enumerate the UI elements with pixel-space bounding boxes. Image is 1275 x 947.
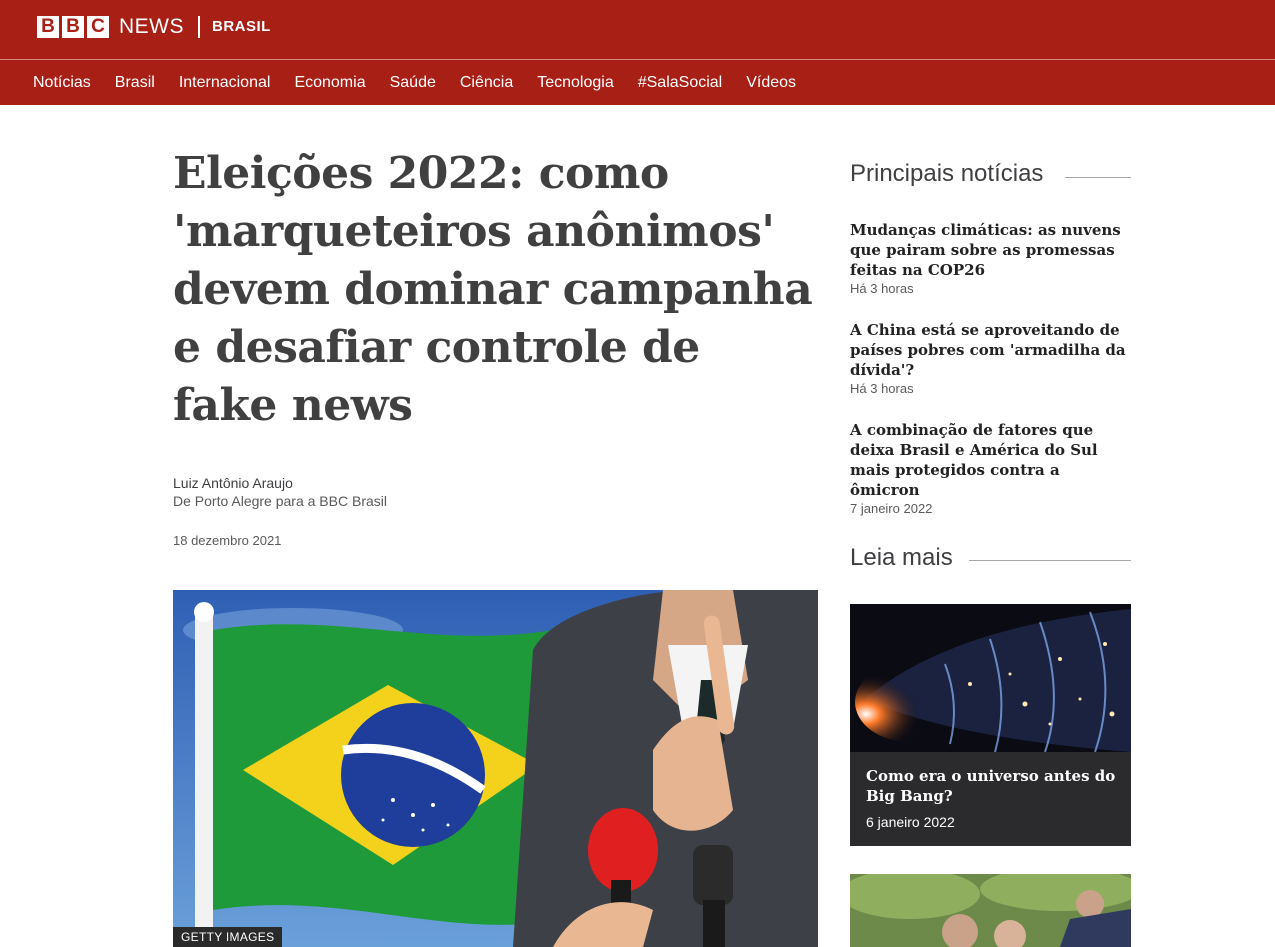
top-story-title[interactable]: Mudanças climáticas: as nuvens que paira… bbox=[850, 220, 1130, 280]
top-story-title[interactable]: A combinação de fatores que deixa Brasil… bbox=[850, 420, 1130, 500]
nav-item-economia[interactable]: Economia bbox=[294, 74, 365, 92]
read-more-card-date: 6 janeiro 2022 bbox=[866, 814, 955, 830]
nav-item-tecnologia[interactable]: Tecnologia bbox=[537, 74, 614, 92]
article-author: Luiz Antônio Araujo bbox=[173, 475, 293, 491]
nav-item-ciencia[interactable]: Ciência bbox=[460, 74, 513, 92]
read-more-card-body: Como era o universo antes do Big Bang? 6… bbox=[850, 752, 1131, 846]
top-story-item[interactable]: Mudanças climáticas: as nuvens que paira… bbox=[850, 220, 1130, 296]
top-story-time: Há 3 horas bbox=[850, 281, 914, 296]
read-more-heading: Leia mais bbox=[850, 544, 953, 571]
nav-item-saude[interactable]: Saúde bbox=[390, 74, 436, 92]
nav-item-noticias[interactable]: Notícias bbox=[33, 74, 91, 92]
main-navigation: Notícias Brasil Internacional Economia S… bbox=[0, 60, 1275, 105]
top-story-item[interactable]: A China está se aproveitando de países p… bbox=[850, 320, 1130, 396]
article-headline: Eleições 2022: como 'marqueteiros anônim… bbox=[173, 148, 813, 431]
top-stories-heading: Principais notícias bbox=[850, 160, 1044, 187]
read-more-card-title[interactable]: Como era o universo antes do Big Bang? bbox=[866, 766, 1116, 806]
bbc-news-brasil-logo[interactable]: B B C NEWS BRASIL bbox=[37, 16, 271, 38]
nav-item-internacional[interactable]: Internacional bbox=[179, 74, 271, 92]
people-photo-illustration bbox=[850, 874, 1131, 947]
logo-edition: BRASIL bbox=[212, 18, 271, 35]
masthead: B B C NEWS BRASIL bbox=[0, 0, 1275, 60]
nav-item-salasocial[interactable]: #SalaSocial bbox=[638, 74, 723, 92]
article-hero-image: GETTY IMAGES bbox=[173, 590, 818, 947]
nav-item-videos[interactable]: Vídeos bbox=[746, 74, 796, 92]
top-story-item[interactable]: A combinação de fatores que deixa Brasil… bbox=[850, 420, 1130, 516]
nav-item-brasil[interactable]: Brasil bbox=[115, 74, 155, 92]
top-story-title[interactable]: A China está se aproveitando de países p… bbox=[850, 320, 1130, 380]
read-more-card-partial[interactable] bbox=[850, 874, 1131, 947]
logo-news: NEWS bbox=[119, 15, 184, 38]
read-more-rule bbox=[969, 560, 1131, 561]
article-date: 18 dezembro 2021 bbox=[173, 533, 282, 548]
read-more-card[interactable]: Como era o universo antes do Big Bang? 6… bbox=[850, 604, 1131, 846]
bbc-blocks: B B C bbox=[37, 16, 109, 38]
article-author-origin: De Porto Alegre para a BBC Brasil bbox=[173, 493, 387, 509]
logo-letter: C bbox=[87, 16, 109, 38]
image-credit: GETTY IMAGES bbox=[173, 927, 283, 947]
universe-timeline-illustration bbox=[850, 604, 1131, 752]
logo-letter: B bbox=[62, 16, 84, 38]
flag-and-politician-illustration bbox=[173, 590, 818, 947]
top-story-time: Há 3 horas bbox=[850, 381, 914, 396]
logo-divider bbox=[198, 16, 200, 38]
top-stories-rule bbox=[1065, 177, 1131, 178]
logo-letter: B bbox=[37, 16, 59, 38]
top-story-time: 7 janeiro 2022 bbox=[850, 501, 933, 516]
